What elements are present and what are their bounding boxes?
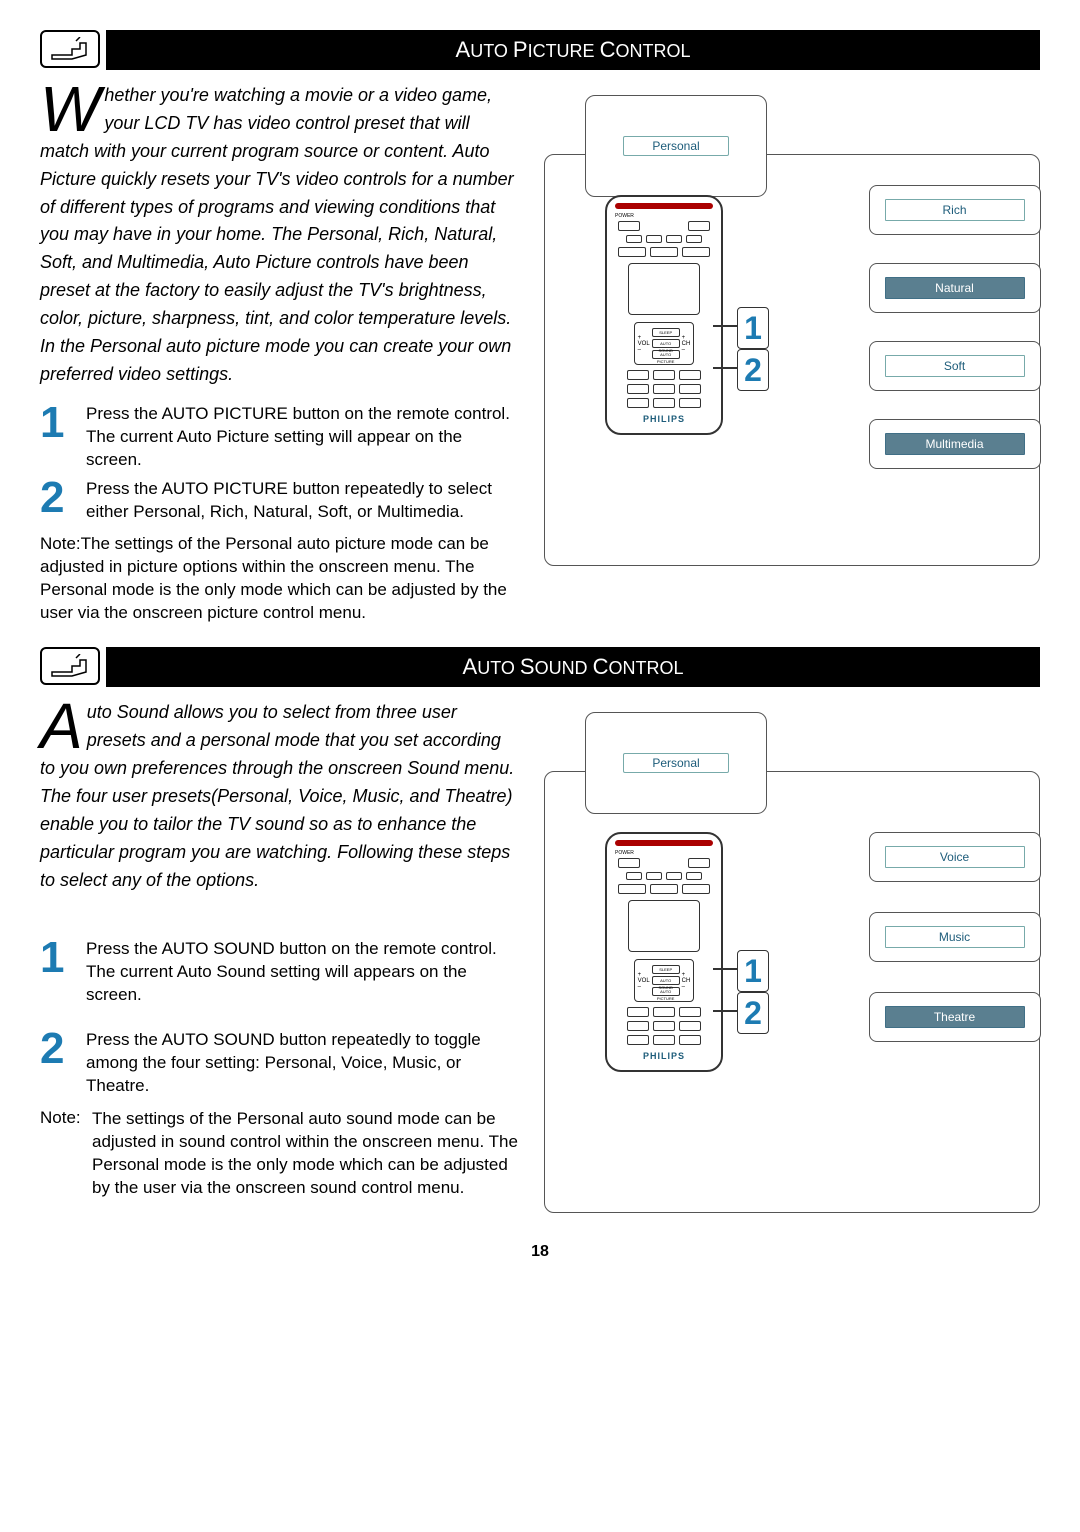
remote: POWER +VOL– SLEEP AUTOSOUND AUTOPICTURE … <box>605 195 723 435</box>
dropcap: A <box>40 699 87 753</box>
note: Note:The settings of the Personal auto p… <box>40 533 520 625</box>
step-1: 1 Press the AUTO SOUND button on the rem… <box>40 938 520 1007</box>
osd-mode-badge: Personal <box>623 136 728 156</box>
mode-music: Music <box>885 926 1025 948</box>
intro-paragraph: Whether you're watching a movie or a vid… <box>40 82 520 389</box>
illustration-auto-picture: Personal POWER +VOL– SLEEP AUTOSOUND AUT… <box>544 154 1040 566</box>
step-number: 1 <box>40 938 86 978</box>
step-number: 2 <box>40 478 86 518</box>
section-header-auto-picture: AUTO PICTURE CONTROL <box>40 30 1040 70</box>
hand-icon <box>40 30 100 68</box>
osd-mode-badge: Personal <box>623 753 728 773</box>
picture-mode-options: Rich Natural Soft Multimedia <box>869 185 1041 469</box>
callout-2: 2 <box>737 992 769 1034</box>
step-1: 1 Press the AUTO PICTURE button on the r… <box>40 403 520 472</box>
note-label: Note: <box>40 1108 92 1128</box>
step-text: Press the AUTO SOUND button on the remot… <box>86 938 520 1007</box>
remote-brand: PHILIPS <box>643 414 685 424</box>
note: Note: The settings of the Personal auto … <box>40 1108 520 1200</box>
page-number: 18 <box>40 1243 1040 1261</box>
tv-screen: Personal <box>585 712 767 814</box>
section-title: AUTO PICTURE CONTROL <box>106 30 1040 70</box>
hand-icon <box>40 647 100 685</box>
step-text: Press the AUTO PICTURE button on the rem… <box>86 403 520 472</box>
tv-screen: Personal <box>585 95 767 197</box>
remote-brand: PHILIPS <box>643 1051 685 1061</box>
mode-rich: Rich <box>885 199 1025 221</box>
step-text: Press the AUTO SOUND button repeatedly t… <box>86 1029 520 1098</box>
mode-theatre: Theatre <box>885 1006 1025 1028</box>
step-number: 1 <box>40 403 86 443</box>
step-2: 2 Press the AUTO PICTURE button repeated… <box>40 478 520 524</box>
callout-1: 1 <box>737 307 769 349</box>
callout-2: 2 <box>737 349 769 391</box>
callout-1: 1 <box>737 950 769 992</box>
step-text: Press the AUTO PICTURE button repeatedly… <box>86 478 520 524</box>
intro-paragraph: Auto Sound allows you to select from thr… <box>40 699 520 894</box>
step-number: 2 <box>40 1029 86 1069</box>
remote: POWER +VOL– SLEEP AUTOSOUND AUTOPICTURE … <box>605 832 723 1072</box>
note-body: The settings of the Personal auto sound … <box>92 1108 520 1200</box>
sound-mode-options: Voice Music Theatre <box>869 832 1041 1042</box>
dropcap: W <box>40 82 104 136</box>
mode-voice: Voice <box>885 846 1025 868</box>
mode-soft: Soft <box>885 355 1025 377</box>
section-title: AUTO SOUND CONTROL <box>106 647 1040 687</box>
mode-multimedia: Multimedia <box>885 433 1025 455</box>
illustration-auto-sound: Personal POWER +VOL– SLEEP AUTOSOUND AUT… <box>544 771 1040 1213</box>
mode-natural: Natural <box>885 277 1025 299</box>
section-header-auto-sound: AUTO SOUND CONTROL <box>40 647 1040 687</box>
step-2: 2 Press the AUTO SOUND button repeatedly… <box>40 1029 520 1098</box>
